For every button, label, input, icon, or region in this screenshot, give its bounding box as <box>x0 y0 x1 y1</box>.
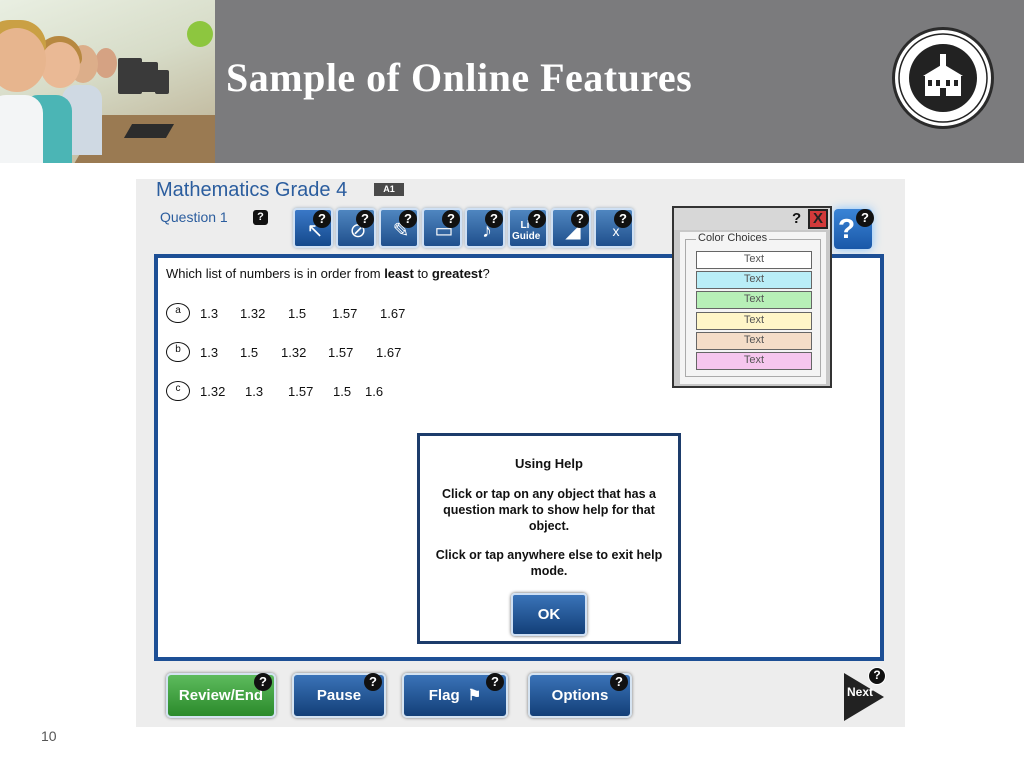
option-letter[interactable]: b <box>166 342 190 362</box>
option-value: 1.57 <box>288 383 314 399</box>
option-value: 1.5 <box>333 383 352 399</box>
option-value: 1.67 <box>380 305 406 321</box>
tool-highlighter[interactable]: ✎ ? <box>379 208 419 248</box>
option-value: 1.3 <box>200 344 219 360</box>
slide: Sample of Online Features Mathematics Gr… <box>0 0 1024 768</box>
color-choice-peach[interactable]: Text <box>696 331 812 350</box>
help-mark-icon[interactable]: ? <box>356 210 374 228</box>
option-value: 1.32 <box>200 383 226 399</box>
option-value: 1.57 <box>332 305 358 321</box>
bottom-bar: Review/End Test ? Pause ? Flag ⚑ ? Optio… <box>166 673 866 745</box>
color-choice-pink[interactable]: Text <box>696 351 812 370</box>
toolbar: ↖ ? ⊘ ? ✎ ? ▭ ? ♪ ? Li Guide ? ◢ ? x ? <box>293 208 634 250</box>
students-photo <box>0 0 215 163</box>
help-mark-icon[interactable]: ? <box>528 210 546 228</box>
review-end-test-button[interactable]: Review/End Test ? <box>166 673 276 745</box>
question-mark-icon: ? <box>838 213 856 244</box>
option-value: 1.5 <box>288 305 307 321</box>
help-mark-icon[interactable]: ? <box>486 673 504 691</box>
slide-title: Sample of Online Features <box>226 55 693 100</box>
color-choices-legend: Color Choices <box>696 232 770 244</box>
question-label: Question 1 <box>160 209 228 225</box>
color-choice-green[interactable]: Text <box>696 291 812 310</box>
next-button[interactable]: Next ? <box>844 667 886 721</box>
level-badge: A1 <box>374 183 404 196</box>
tool-microphone[interactable]: ♪ ? <box>465 208 505 248</box>
help-mark-icon[interactable]: ? <box>485 210 503 228</box>
tool-ruler[interactable]: ◢ ? <box>551 208 591 248</box>
test-app-window: Mathematics Grade 4 A1 Question 1 ? ↖ ? … <box>136 179 905 745</box>
tool-dictionary[interactable]: x ? <box>594 208 634 248</box>
option-value: 1.32 <box>281 344 307 360</box>
tool-line-guide[interactable]: Li Guide ? <box>508 208 548 248</box>
tool-strikeout[interactable]: ⊘ ? <box>336 208 376 248</box>
question-prompt: Which list of numbers is in order from l… <box>166 266 490 281</box>
help-mark-icon[interactable]: ? <box>364 673 382 691</box>
help-mark-icon[interactable]: ? <box>868 667 886 685</box>
answer-option-b[interactable]: b 1.3 1.5 1.32 1.57 1.67 <box>166 342 416 362</box>
option-value: 1.3 <box>200 305 219 321</box>
slide-number: 10 <box>41 728 57 744</box>
color-choice-cyan[interactable]: Text <box>696 271 812 290</box>
option-letter[interactable]: a <box>166 303 190 323</box>
question-help-icon[interactable]: ? <box>253 210 268 225</box>
answer-option-c[interactable]: c 1.32 1.3 1.57 1.5 1.6 <box>166 381 385 401</box>
flag-button[interactable]: Flag ⚑ ? <box>402 673 508 718</box>
answer-option-a[interactable]: a 1.3 1.32 1.5 1.57 1.67 <box>166 303 420 323</box>
option-value: 1.32 <box>240 305 266 321</box>
help-mark-icon[interactable]: ? <box>610 673 628 691</box>
close-icon[interactable]: X <box>808 209 828 229</box>
button-label: Flag <box>428 687 460 704</box>
slide-header: Sample of Online Features <box>0 0 1024 163</box>
dialog-text: Click or tap anywhere else to exit help … <box>435 548 663 578</box>
panel-titlebar <box>674 208 830 230</box>
test-title: Mathematics Grade 4 <box>156 179 348 201</box>
help-mark-icon[interactable]: ? <box>313 210 331 228</box>
help-mark-icon[interactable]: ? <box>571 210 589 228</box>
help-mode-button[interactable]: ? ? <box>834 209 874 249</box>
pause-button[interactable]: Pause ? <box>292 673 386 718</box>
button-label: Review/End Test <box>178 687 264 745</box>
button-label: Pause <box>316 687 362 704</box>
tool-notepad[interactable]: ▭ ? <box>422 208 462 248</box>
next-label: Next <box>847 685 874 699</box>
option-value: 1.67 <box>376 344 402 360</box>
option-value: 1.57 <box>328 344 354 360</box>
color-choices-group: Color Choices Text Text Text Text Text T… <box>685 232 821 377</box>
dialog-text: Click or tap on any object that has a qu… <box>442 487 656 533</box>
flag-icon: ⚑ <box>467 687 482 704</box>
using-help-dialog: Using Help Click or tap on any object th… <box>417 433 681 644</box>
button-label: Options <box>551 687 609 704</box>
color-choices-panel: ? X Color Choices Text Text Text Text Te… <box>672 206 832 388</box>
accent-dot <box>187 21 213 47</box>
help-mark-icon[interactable]: ? <box>399 210 417 228</box>
question-mark-icon[interactable]: ? <box>792 210 801 227</box>
help-mark-icon[interactable]: ? <box>254 673 272 691</box>
option-value: 1.3 <box>245 383 264 399</box>
color-choice-yellow[interactable]: Text <box>696 311 812 330</box>
help-mark-icon[interactable]: ? <box>442 210 460 228</box>
color-choice-list: Text Text Text Text Text Text <box>696 251 812 372</box>
help-mark-icon[interactable]: ? <box>614 210 632 228</box>
ospi-seal-logo <box>892 27 994 129</box>
option-value: 1.6 <box>365 383 384 399</box>
tool-pointer[interactable]: ↖ ? <box>293 208 333 248</box>
panel-body: Color Choices Text Text Text Text Text T… <box>680 232 826 384</box>
ok-button[interactable]: OK <box>511 593 587 636</box>
color-choice-white[interactable]: Text <box>696 251 812 269</box>
dialog-heading: Using Help <box>515 456 583 471</box>
help-mark-icon[interactable]: ? <box>856 209 874 227</box>
option-value: 1.5 <box>240 344 259 360</box>
options-button[interactable]: Options ? <box>528 673 632 718</box>
option-letter[interactable]: c <box>166 381 190 401</box>
